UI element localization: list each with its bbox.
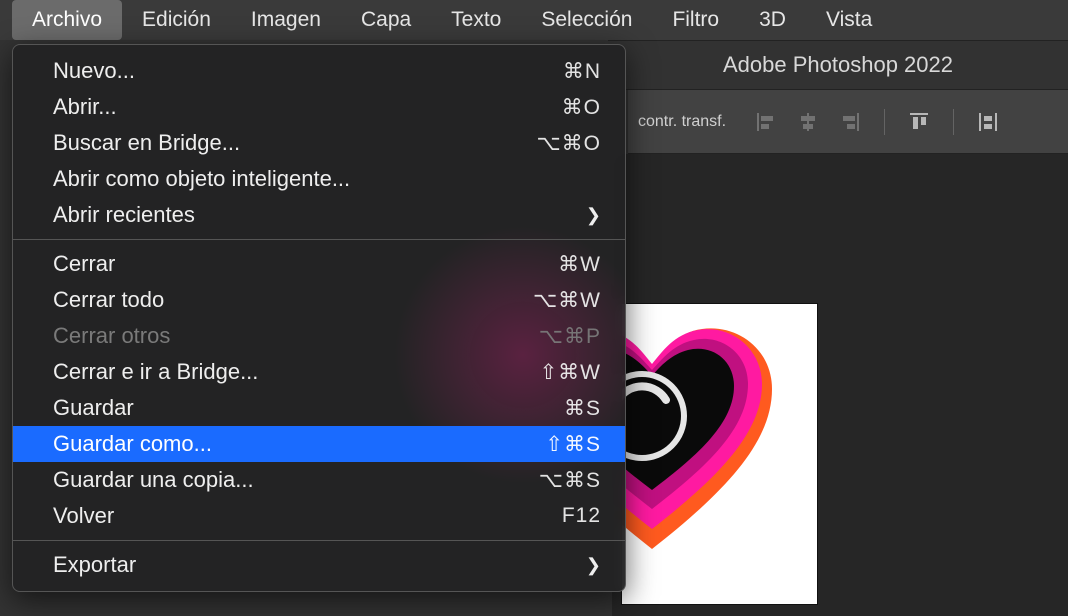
menubar-item-edicion[interactable]: Edición xyxy=(122,0,231,40)
menubar-item-imagen[interactable]: Imagen xyxy=(231,0,341,40)
menu-item-label: Cerrar todo xyxy=(53,287,164,313)
menu-item-label: Guardar xyxy=(53,395,134,421)
canvas[interactable] xyxy=(612,154,1068,616)
toolbar-separator xyxy=(953,109,954,135)
menu-item-abrir[interactable]: Abrir... ⌘O xyxy=(13,89,625,125)
menu-item-cerrar-todo[interactable]: Cerrar todo ⌥⌘W xyxy=(13,282,625,318)
menu-item-label: Guardar una copia... xyxy=(53,467,254,493)
menu-item-shortcut: ⌥⌘O xyxy=(536,131,601,156)
menu-item-guardar-copia[interactable]: Guardar una copia... ⌥⌘S xyxy=(13,462,625,498)
distribute-icon[interactable] xyxy=(974,108,1002,136)
menu-item-label: Abrir como objeto inteligente... xyxy=(53,166,350,192)
menu-item-volver[interactable]: Volver F12 xyxy=(13,498,625,534)
menu-item-label: Abrir... xyxy=(53,94,117,120)
menu-item-label: Cerrar otros xyxy=(53,323,170,349)
menubar-item-archivo[interactable]: Archivo xyxy=(12,0,122,40)
menu-item-shortcut: ⌥⌘S xyxy=(539,468,601,493)
menu-item-cerrar-otros: Cerrar otros ⌥⌘P xyxy=(13,318,625,354)
menu-item-abrir-recientes[interactable]: Abrir recientes ❯ xyxy=(13,197,625,233)
toolbar-separator xyxy=(884,109,885,135)
menu-item-shortcut: ⇧⌘S xyxy=(545,432,601,457)
chevron-right-icon: ❯ xyxy=(586,205,601,226)
heart-logo-icon xyxy=(622,304,782,564)
align-left-icon[interactable] xyxy=(752,108,780,136)
menu-item-cerrar[interactable]: Cerrar ⌘W xyxy=(13,246,625,282)
menu-item-buscar-bridge[interactable]: Buscar en Bridge... ⌥⌘O xyxy=(13,125,625,161)
menu-item-cerrar-ir-bridge[interactable]: Cerrar e ir a Bridge... ⇧⌘W xyxy=(13,354,625,390)
menu-item-guardar-como[interactable]: Guardar como... ⇧⌘S xyxy=(13,426,625,462)
file-menu-dropdown: Nuevo... ⌘N Abrir... ⌘O Buscar en Bridge… xyxy=(12,44,626,592)
menubar-item-filtro[interactable]: Filtro xyxy=(652,0,739,40)
menu-item-abrir-objeto-inteligente[interactable]: Abrir como objeto inteligente... xyxy=(13,161,625,197)
menu-item-label: Exportar xyxy=(53,552,136,578)
menu-item-nuevo[interactable]: Nuevo... ⌘N xyxy=(13,53,625,89)
menu-item-shortcut: ⌥⌘W xyxy=(533,288,601,313)
menu-item-label: Buscar en Bridge... xyxy=(53,130,240,156)
toolbar-label: contr. transf. xyxy=(638,113,726,131)
menu-item-shortcut: ⌘O xyxy=(562,95,601,120)
menu-separator xyxy=(13,540,625,541)
menu-item-shortcut: F12 xyxy=(562,504,601,528)
menubar-item-texto[interactable]: Texto xyxy=(431,0,521,40)
menu-item-shortcut: ⌥⌘P xyxy=(539,324,601,349)
menu-item-label: Guardar como... xyxy=(53,431,212,457)
menu-item-label: Cerrar e ir a Bridge... xyxy=(53,359,258,385)
options-toolbar: contr. transf. xyxy=(628,90,1068,154)
menu-item-shortcut: ⌘N xyxy=(563,59,601,84)
menu-item-label: Cerrar xyxy=(53,251,115,277)
window-title: Adobe Photoshop 2022 xyxy=(608,40,1068,90)
chevron-right-icon: ❯ xyxy=(586,555,601,576)
align-top-icon[interactable] xyxy=(905,108,933,136)
menu-item-shortcut: ⌘W xyxy=(558,252,601,277)
menubar-item-3d[interactable]: 3D xyxy=(739,0,806,40)
menubar: Archivo Edición Imagen Capa Texto Selecc… xyxy=(0,0,1068,40)
menu-item-label: Abrir recientes xyxy=(53,202,195,228)
menubar-item-seleccion[interactable]: Selección xyxy=(521,0,652,40)
menubar-item-capa[interactable]: Capa xyxy=(341,0,431,40)
menu-item-shortcut: ⌘S xyxy=(564,396,601,421)
menu-item-label: Volver xyxy=(53,503,114,529)
menu-item-guardar[interactable]: Guardar ⌘S xyxy=(13,390,625,426)
menu-item-shortcut: ⇧⌘W xyxy=(540,360,601,385)
align-center-h-icon[interactable] xyxy=(794,108,822,136)
document-canvas[interactable] xyxy=(622,304,817,604)
menu-item-label: Nuevo... xyxy=(53,58,135,84)
menu-item-exportar[interactable]: Exportar ❯ xyxy=(13,547,625,583)
menu-separator xyxy=(13,239,625,240)
menubar-item-vista[interactable]: Vista xyxy=(806,0,892,40)
align-right-icon[interactable] xyxy=(836,108,864,136)
